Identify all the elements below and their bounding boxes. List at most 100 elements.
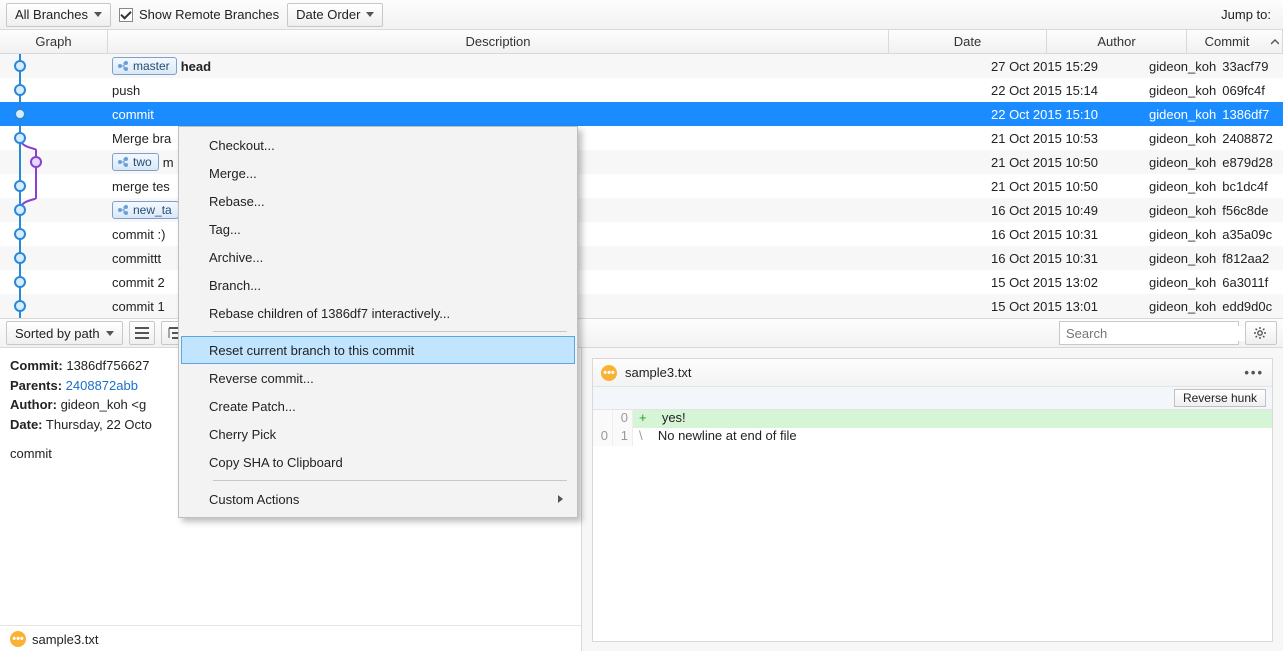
graph-icon [0,246,108,270]
settings-button[interactable] [1245,321,1277,345]
commit-table-header: Graph Description Date Author Commit [0,30,1283,54]
commit-row[interactable]: commit 22 Oct 2015 15:10 gideon_koh 1386… [0,102,1283,126]
diff-content: + yes! [633,410,1272,428]
diff-more-button[interactable]: ••• [1244,365,1264,380]
badge-label: master [133,59,170,73]
diff-panel: ••• sample3.txt ••• Reverse hunk 0 + yes… [592,358,1273,642]
column-header-commit[interactable]: Commit [1187,30,1267,53]
graph-cell [0,150,108,174]
graph-icon [0,54,108,78]
file-item[interactable]: ••• sample3.txt [0,626,581,651]
column-header-date[interactable]: Date [889,30,1047,53]
commit-description: push [112,83,140,98]
chevron-right-icon [558,495,563,503]
author-cell: gideon_koh 069fc4f [1143,83,1283,98]
diff-gutter-new: 0 [613,410,633,428]
search-input[interactable] [1060,326,1248,341]
column-sort-indicator[interactable] [1267,30,1283,53]
author-cell: gideon_koh 33acf79 [1143,59,1283,74]
graph-icon [0,150,108,174]
gear-icon [1253,326,1267,340]
sorted-by-dropdown[interactable]: Sorted by path [6,321,123,345]
context-menu-item[interactable]: Checkout... [181,131,575,159]
reverse-hunk-button[interactable]: Reverse hunk [1174,389,1266,407]
chevron-down-icon [106,331,114,336]
list-view-button[interactable] [129,321,155,345]
hash-cell: edd9d0c [1216,299,1283,314]
plus-icon: + [639,410,655,425]
description-cell: commit [108,107,985,122]
date-value: Thursday, 22 Octo [46,417,152,432]
context-menu-item[interactable]: Tag... [181,215,575,243]
reverse-hunk-bar: Reverse hunk [593,387,1272,410]
graph-cell [0,54,108,78]
menu-item-label: Branch... [209,278,261,293]
menu-separator [213,480,567,481]
context-menu-item[interactable]: Copy SHA to Clipboard [181,448,575,476]
graph-cell [0,222,108,246]
badge-label: new_ta [133,203,172,217]
menu-item-label: Rebase children of 1386df7 interactively… [209,306,450,321]
context-menu-item[interactable]: Rebase children of 1386df7 interactively… [181,299,575,327]
author-cell: gideon_koh a35a09c [1143,227,1283,242]
commit-label: Commit: [10,358,63,373]
diff-gutter-old: 0 [593,428,613,446]
author-cell: gideon_koh 2408872 [1143,131,1283,146]
commit-value: 1386df756627 [66,358,149,373]
branch-badge[interactable]: two [112,153,159,171]
column-header-description[interactable]: Description [108,30,889,53]
parent-link[interactable]: 2408872abb [66,378,138,393]
description-cell: push [108,83,985,98]
modified-icon: ••• [10,631,26,647]
graph-cell [0,270,108,294]
diff-file-name: sample3.txt [625,365,691,380]
branch-badge[interactable]: new_ta [112,201,179,219]
context-menu-item[interactable]: Merge... [181,159,575,187]
commit-row[interactable]: push 22 Oct 2015 15:14 gideon_koh 069fc4… [0,78,1283,102]
author-label: Author: [10,397,57,412]
column-header-author[interactable]: Author [1047,30,1187,53]
search-input-wrap [1059,321,1239,345]
description-cell: masterhead [108,57,985,75]
sorted-by-label: Sorted by path [15,326,100,341]
context-menu-item[interactable]: Reverse commit... [181,364,575,392]
jump-to-label: Jump to: [1221,7,1277,22]
date-cell: 21 Oct 2015 10:50 [985,155,1143,170]
branch-icon [117,156,129,168]
diff-line: 0 1 \ No newline at end of file [593,428,1272,446]
date-cell: 15 Oct 2015 13:01 [985,299,1143,314]
branch-badge[interactable]: master [112,57,177,75]
context-menu-item[interactable]: Cherry Pick [181,420,575,448]
context-menu-item[interactable]: Reset current branch to this commit [181,336,575,364]
menu-item-label: Copy SHA to Clipboard [209,455,343,470]
author-cell: gideon_koh f812aa2 [1143,251,1283,266]
graph-cell [0,102,108,126]
date-cell: 27 Oct 2015 15:29 [985,59,1143,74]
author-cell: gideon_koh f56c8de [1143,203,1283,218]
commit-row[interactable]: masterhead 27 Oct 2015 15:29 gideon_koh … [0,54,1283,78]
hash-cell: 1386df7 [1216,107,1283,122]
badge-label: two [133,155,152,169]
context-menu-item[interactable]: Create Patch... [181,392,575,420]
commit-description: committt [112,251,161,266]
date-order-dropdown[interactable]: Date Order [287,3,383,27]
context-menu-item[interactable]: Custom Actions [181,485,575,513]
context-menu-item[interactable]: Branch... [181,271,575,299]
menu-item-label: Checkout... [209,138,275,153]
context-menu-item[interactable]: Rebase... [181,187,575,215]
menu-item-label: Rebase... [209,194,265,209]
branches-dropdown[interactable]: All Branches [6,3,111,27]
diff-gutter-old [593,410,613,428]
column-header-graph[interactable]: Graph [0,30,108,53]
branch-icon [117,60,129,72]
commit-description: commit [112,107,154,122]
menu-item-label: Custom Actions [209,492,299,507]
show-remote-checkbox[interactable]: Show Remote Branches [119,7,279,22]
diff-gutter-new: 1 [613,428,633,446]
graph-icon [0,294,108,318]
context-menu: Checkout... Merge... Rebase... Tag...Archiv… [178,126,578,518]
author-cell: gideon_koh bc1dc4f [1143,179,1283,194]
context-menu-item[interactable]: Archive... [181,243,575,271]
diff-header: ••• sample3.txt ••• [593,359,1272,387]
menu-item-label: Cherry Pick [209,427,276,442]
